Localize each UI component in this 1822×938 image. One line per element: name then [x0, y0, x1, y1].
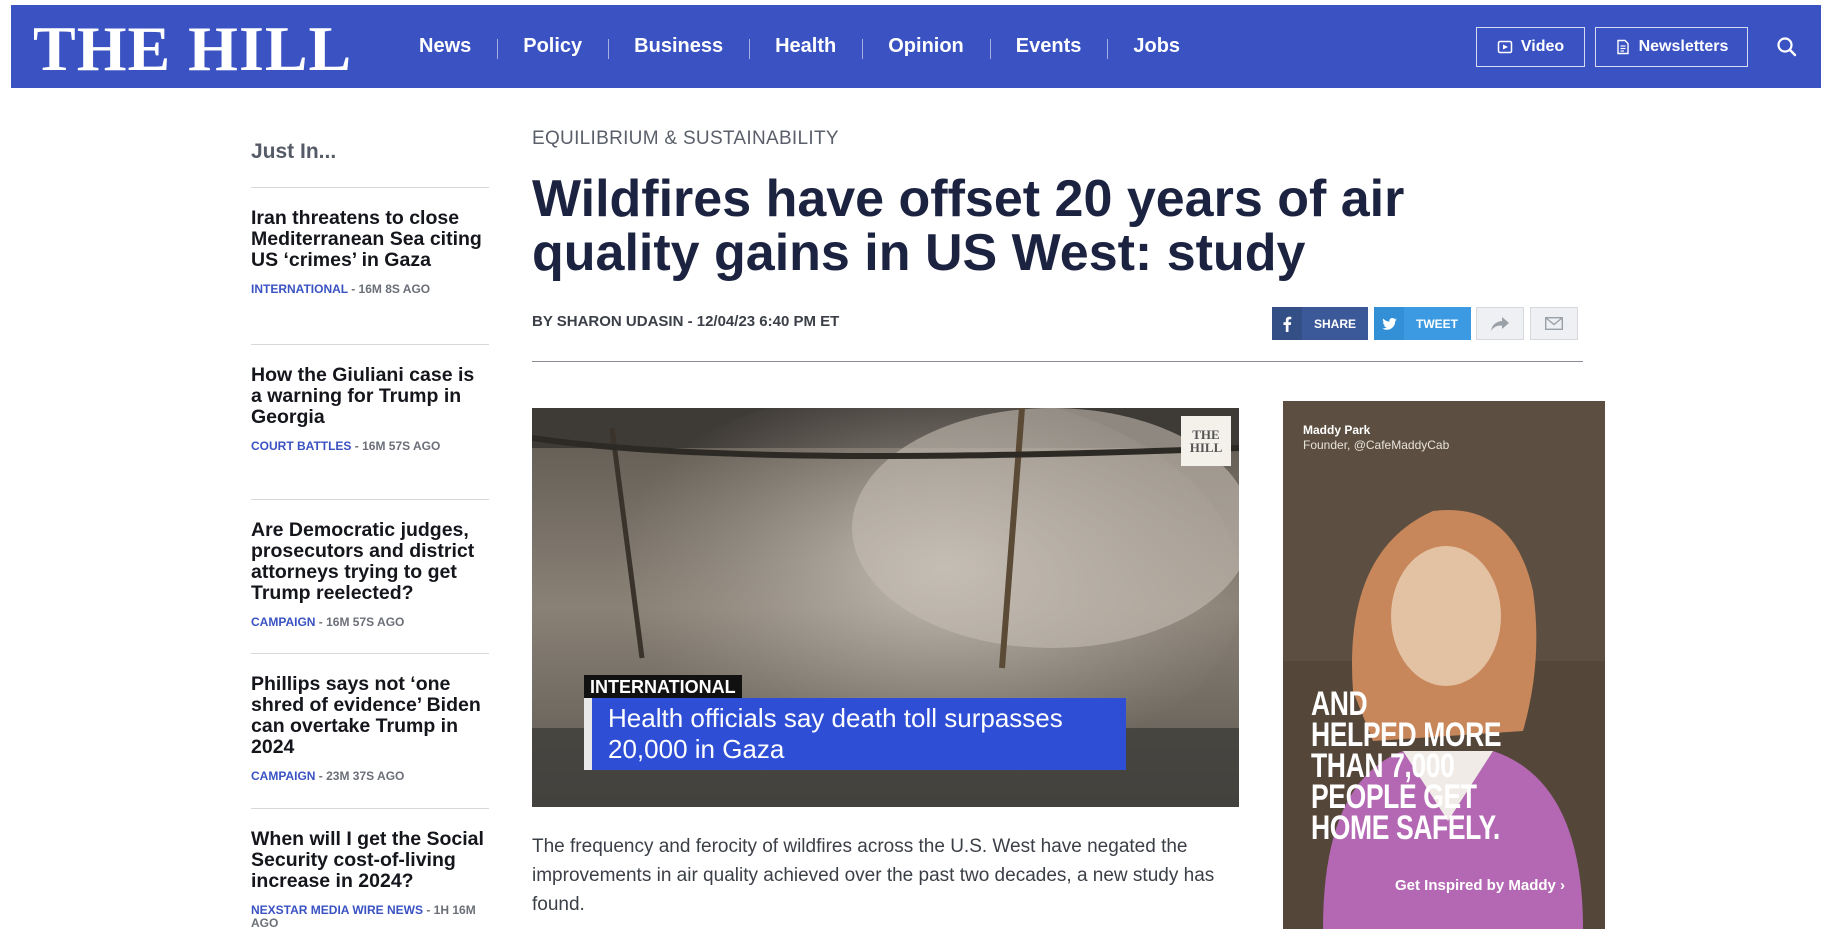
list-item: Phillips says not ‘one shred of evidence… [251, 653, 489, 808]
video-player[interactable]: THE HILL INTERNATIONAL Health officials … [532, 408, 1239, 807]
byline-divider [532, 361, 1583, 362]
just-in-heading: Just In... [251, 140, 337, 163]
just-in-headline[interactable]: How the Giuliani case is a warning for T… [251, 365, 489, 428]
tweet-label: TWEET [1416, 316, 1458, 331]
just-in-meta: INTERNATIONAL - 16M 8S AGO [251, 283, 489, 296]
video-caption: Health officials say death toll surpasse… [584, 698, 1126, 770]
article-byline: BY SHARON UDASIN - 12/04/23 6:40 PM ET [532, 313, 840, 330]
just-in-time: - 16M 57S AGO [351, 439, 441, 453]
video-play-icon [1497, 40, 1513, 54]
nav-opinion[interactable]: Opinion [862, 35, 990, 59]
just-in-list: Iran threatens to close Mediterranean Se… [251, 187, 489, 938]
share-forward-button[interactable] [1476, 307, 1524, 340]
just-in-headline[interactable]: Iran threatens to close Mediterranean Se… [251, 208, 489, 271]
just-in-meta: CAMPAIGN - 23M 37S AGO [251, 770, 489, 783]
just-in-headline[interactable]: When will I get the Social Security cost… [251, 829, 489, 892]
share-label: SHARE [1313, 316, 1356, 331]
just-in-category[interactable]: NEXSTAR MEDIA WIRE NEWS [251, 903, 423, 917]
list-item: Are Democratic judges, prosecutors and d… [251, 499, 489, 653]
just-in-category[interactable]: CAMPAIGN [251, 615, 315, 629]
just-in-headline[interactable]: Are Democratic judges, prosecutors and d… [251, 520, 489, 604]
twitter-bird-icon [1374, 307, 1404, 340]
ad-person-name: Maddy Park [1303, 423, 1371, 437]
facebook-share-button[interactable]: SHARE [1272, 307, 1368, 340]
ad-cta-link[interactable]: Get Inspired by Maddy › [1395, 877, 1565, 894]
video-button-label: Video [1520, 38, 1565, 55]
just-in-category[interactable]: COURT BATTLES [251, 439, 351, 453]
document-icon [1616, 39, 1629, 55]
nav-jobs[interactable]: Jobs [1107, 35, 1206, 59]
section-kicker[interactable]: EQUILIBRIUM & SUSTAINABILITY [532, 128, 839, 150]
newsletters-button-label: Newsletters [1638, 38, 1729, 55]
video-watermark-logo: THE HILL [1181, 416, 1231, 466]
video-button[interactable]: Video [1476, 27, 1585, 67]
just-in-category[interactable]: INTERNATIONAL [251, 282, 348, 296]
twitter-share-button[interactable]: TWEET [1374, 307, 1471, 340]
nav-business[interactable]: Business [608, 35, 749, 59]
list-item: Iran threatens to close Mediterranean Se… [251, 187, 489, 344]
site-header: THE HILL News Policy Business Health Opi… [11, 5, 1821, 88]
facebook-icon [1272, 307, 1302, 340]
nav-policy[interactable]: Policy [497, 35, 608, 59]
just-in-meta: CAMPAIGN - 16M 57S AGO [251, 616, 489, 629]
advertisement[interactable]: Maddy Park Founder, @CafeMaddyCab AND HE… [1283, 401, 1605, 929]
just-in-meta: NEXSTAR MEDIA WIRE NEWS - 1H 16M AGO [251, 904, 489, 930]
list-item: When will I get the Social Security cost… [251, 808, 489, 938]
just-in-time: - 16M 57S AGO [315, 615, 405, 629]
list-item: How the Giuliani case is a warning for T… [251, 344, 489, 499]
nav-news[interactable]: News [393, 35, 497, 58]
just-in-headline[interactable]: Phillips says not ‘one shred of evidence… [251, 674, 489, 758]
ad-person-title: Founder, @CafeMaddyCab [1303, 438, 1450, 452]
just-in-time: - 16M 8S AGO [347, 282, 431, 296]
article-headline: Wildfires have offset 20 years of air qu… [532, 170, 1405, 282]
email-share-button[interactable] [1530, 307, 1578, 340]
ad-headline: AND HELPED MORE THAN 7,000 PEOPLE GET HO… [1311, 685, 1502, 847]
video-category-tag: INTERNATIONAL [584, 675, 742, 700]
main-nav: News Policy Business Health Opinion Even… [393, 5, 1206, 88]
newsletters-button[interactable]: Newsletters [1595, 27, 1748, 67]
site-logo[interactable]: THE HILL [33, 15, 352, 83]
article-lede: The frequency and ferocity of wildfires … [532, 836, 1215, 915]
nav-events[interactable]: Events [989, 35, 1108, 59]
ad-portrait-image [1283, 401, 1605, 929]
just-in-meta: COURT BATTLES - 16M 57S AGO [251, 440, 489, 453]
envelope-icon [1545, 317, 1563, 330]
nav-health[interactable]: Health [749, 35, 862, 59]
share-arrow-icon [1491, 316, 1509, 331]
just-in-category[interactable]: CAMPAIGN [251, 769, 315, 783]
just-in-time: - 23M 37S AGO [315, 769, 405, 783]
search-icon[interactable] [1775, 35, 1799, 59]
